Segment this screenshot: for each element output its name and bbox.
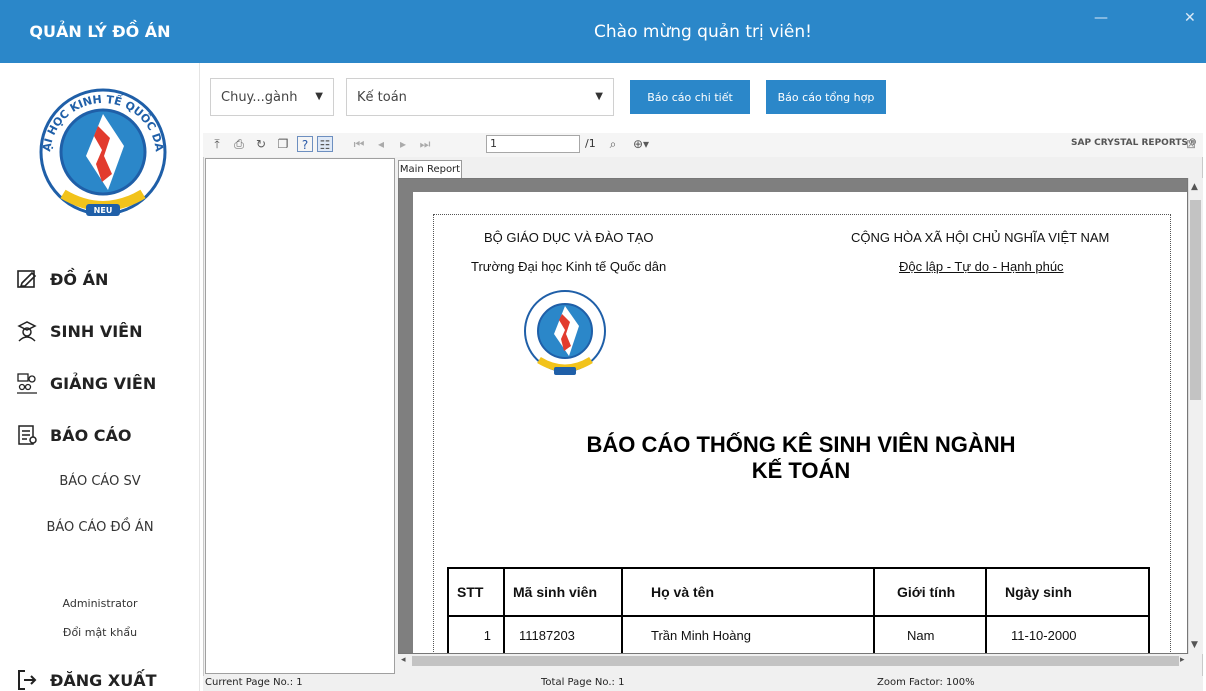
cell-gender: Nam [873, 616, 987, 653]
col-student-id: Mã sinh viên [503, 567, 623, 617]
page-number-input[interactable]: 1 [486, 135, 580, 153]
report-canvas: BỘ GIÁO DỤC VÀ ĐÀO TẠO Trường Đại học Ki… [398, 178, 1188, 654]
group-tree-pane [205, 158, 395, 674]
republic-name: CỘNG HÒA XÃ HỘI CHỦ NGHĨA VIỆT NAM [851, 230, 1110, 245]
scroll-left-icon[interactable]: ◂ [401, 655, 406, 665]
school-name: Trường Đại học Kinh tế Quốc dân [471, 259, 667, 274]
summary-report-button[interactable]: Báo cáo tổng hợp [766, 80, 886, 114]
nav-bao-cao-label: BÁO CÁO [50, 425, 132, 445]
logout-button[interactable]: ĐĂNG XUẤT [16, 669, 157, 691]
nav-sinh-vien-label: SINH VIÊN [50, 321, 143, 341]
close-button[interactable]: ✕ [1184, 10, 1196, 26]
page-total: /1 [585, 137, 596, 150]
nav-giang-vien-label: GIẢNG VIÊN [50, 373, 157, 393]
nav-do-an[interactable]: ĐỒ ÁN [16, 268, 108, 290]
group-tree-icon[interactable]: ☷ [317, 136, 333, 152]
prev-page-icon[interactable]: ◂ [373, 136, 389, 152]
cell-full-name: Trần Minh Hoàng [621, 616, 875, 653]
sub-bao-cao-do-an[interactable]: BÁO CÁO ĐỒ ÁN [0, 520, 200, 535]
export-icon[interactable]: ⤒ [209, 136, 225, 152]
nav-sinh-vien[interactable]: SINH VIÊN [16, 320, 142, 342]
crystal-brand: SAP CRYSTAL REPORTS® [1071, 138, 1197, 148]
app-title: QUẢN LÝ ĐỒ ÁN [0, 0, 200, 63]
status-current-page: Current Page No.: 1 [205, 677, 303, 688]
national-motto: Độc lập - Tự do - Hạnh phúc [899, 259, 1064, 274]
welcome-title: Chào mừng quản trị viên! [594, 21, 812, 42]
scroll-up-icon[interactable]: ▲ [1191, 182, 1198, 192]
university-logo: NEU ĐẠI HỌC KINH TẾ QUỐC DÂN [23, 76, 178, 226]
change-password-link[interactable]: Đổi mật khẩu [0, 626, 200, 639]
major-value: Kế toán [357, 89, 407, 105]
nav-do-an-label: ĐỒ ÁN [50, 269, 109, 289]
print-icon[interactable]: ⎙ [231, 136, 247, 152]
top-bar: Chào mừng quản trị viên! — ✕ [200, 0, 1206, 63]
student-table: STT Mã sinh viên Họ và tên Giới tính Ngà… [447, 567, 1150, 653]
report-university-logo [517, 286, 613, 382]
edit-icon [16, 268, 38, 290]
col-gender: Giới tính [873, 567, 987, 617]
nav-bao-cao[interactable]: BÁO CÁO [16, 424, 131, 446]
table-header-row: STT Mã sinh viên Họ và tên Giới tính Ngà… [447, 567, 1150, 617]
help-icon[interactable]: ? [297, 136, 313, 152]
logout-icon [16, 669, 38, 691]
scroll-right-icon[interactable]: ▸ [1180, 655, 1185, 665]
logout-label: ĐĂNG XUẤT [50, 670, 157, 690]
col-stt: STT [447, 567, 505, 617]
sidebar: QUẢN LÝ ĐỒ ÁN NEU ĐẠI HỌC KINH TẾ QUỐC D… [0, 0, 200, 691]
status-zoom: Zoom Factor: 100% [877, 677, 975, 688]
last-page-icon[interactable]: ⏭ [417, 136, 433, 152]
viewer-status-bar: Current Page No.: 1 Total Page No.: 1 Zo… [203, 676, 1203, 691]
student-icon [16, 320, 38, 342]
scroll-down-icon[interactable]: ▼ [1191, 640, 1198, 650]
col-full-name: Họ và tên [621, 567, 875, 617]
next-page-icon[interactable]: ▸ [395, 136, 411, 152]
chevron-down-icon: ▼ [595, 91, 603, 102]
nav-giang-vien[interactable]: GIẢNG VIÊN [16, 372, 156, 394]
first-page-icon[interactable]: ⏮ [351, 136, 367, 152]
zoom-icon[interactable]: ⊕▾ [629, 136, 653, 152]
cell-stt: 1 [447, 616, 505, 653]
viewer-toolbar: ⤒ ⎙ ↻ ❐ ? ☷ ⏮ ◂ ▸ ⏭ /1 ⌕ ⊕▾ SAP CRYSTAL … [203, 133, 1203, 157]
status-total-pages: Total Page No.: 1 [541, 677, 625, 688]
minimize-button[interactable]: — [1094, 10, 1108, 26]
report-icon [16, 424, 38, 446]
cell-student-id: 11187203 [503, 616, 623, 653]
tab-main-report[interactable]: Main Report [398, 160, 462, 178]
copy-icon[interactable]: ❐ [275, 136, 291, 152]
teacher-icon [16, 372, 38, 394]
user-name: Administrator [62, 597, 138, 610]
close-viewer-icon[interactable]: ⊠ [1183, 136, 1199, 152]
report-title-line2: KẾ TOÁN [751, 458, 851, 483]
report-title-line1: BÁO CÁO THỐNG KÊ SINH VIÊN NGÀNH [586, 432, 1016, 457]
report-type-value: Chuy...gành [221, 89, 298, 105]
detail-report-button[interactable]: Báo cáo chi tiết [630, 80, 750, 114]
ministry-name: BỘ GIÁO DỤC VÀ ĐÀO TẠO [484, 230, 654, 245]
col-birthdate: Ngày sinh [985, 567, 1150, 617]
table-row: 1 11187203 Trần Minh Hoàng Nam 11-10-200… [447, 616, 1150, 653]
refresh-icon[interactable]: ↻ [253, 136, 269, 152]
horizontal-scroll-thumb[interactable] [412, 656, 1179, 666]
chevron-down-icon: ▼ [315, 91, 323, 102]
sub-bao-cao-sv[interactable]: BÁO CÁO SV [0, 474, 200, 489]
cell-birthdate: 11-10-2000 [985, 616, 1150, 653]
logo-badge-text: NEU [94, 206, 113, 215]
report-type-select[interactable]: Chuy...gành ▼ [210, 78, 334, 116]
major-select[interactable]: Kế toán ▼ [346, 78, 614, 116]
find-icon[interactable]: ⌕ [605, 136, 621, 152]
report-page: BỘ GIÁO DỤC VÀ ĐÀO TẠO Trường Đại học Ki… [413, 192, 1187, 653]
vertical-scroll-thumb[interactable] [1190, 200, 1201, 400]
